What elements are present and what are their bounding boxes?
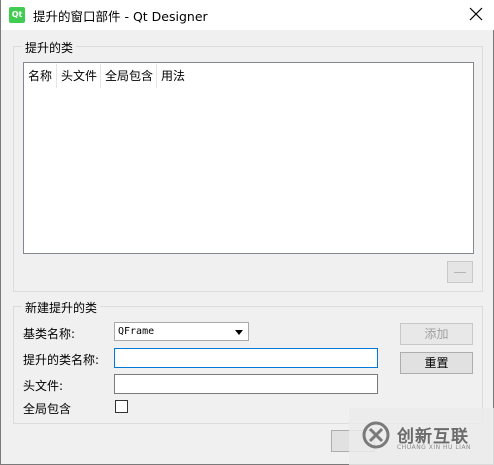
reset-button[interactable]: 重置 bbox=[400, 352, 473, 374]
title-bar: Qt 提升的窗口部件 - Qt Designer bbox=[1, 0, 494, 30]
close-icon bbox=[469, 7, 483, 21]
qt-app-icon: Qt bbox=[9, 7, 25, 23]
close-button[interactable] bbox=[461, 1, 491, 27]
header-file-input[interactable] bbox=[114, 374, 378, 394]
column-header-header-file[interactable]: 头文件 bbox=[57, 64, 101, 88]
watermark-subtitle: CHUANG XIN HU LIAN bbox=[397, 444, 472, 451]
remove-class-button[interactable] bbox=[447, 261, 473, 283]
global-include-label: 全局包含 bbox=[23, 402, 72, 416]
promoted-class-name-input[interactable] bbox=[114, 348, 378, 368]
promoted-classes-table[interactable]: 名称 头文件 全局包含 用法 bbox=[23, 62, 474, 254]
promoted-widgets-dialog: Qt 提升的窗口部件 - Qt Designer 提升的类 名称 头文件 全局包… bbox=[0, 0, 494, 465]
window-title: 提升的窗口部件 - Qt Designer bbox=[33, 9, 208, 24]
new-promoted-class-group-title: 新建提升的类 bbox=[22, 299, 101, 316]
chevron-down-icon bbox=[235, 330, 243, 335]
column-header-name[interactable]: 名称 bbox=[25, 64, 57, 88]
minus-icon bbox=[454, 272, 466, 273]
watermark: 创新互联 CHUANG XIN HU LIAN bbox=[349, 408, 494, 465]
column-header-usage[interactable]: 用法 bbox=[157, 64, 189, 88]
base-class-label: 基类名称: bbox=[23, 327, 76, 341]
promoted-classes-group-title: 提升的类 bbox=[22, 39, 77, 56]
base-class-combobox[interactable]: QFrame bbox=[114, 322, 249, 341]
add-button[interactable]: 添加 bbox=[400, 323, 473, 345]
table-header: 名称 头文件 全局包含 用法 bbox=[25, 64, 189, 88]
column-header-global-include[interactable]: 全局包含 bbox=[101, 64, 157, 88]
header-file-label: 头文件: bbox=[23, 379, 64, 393]
global-include-checkbox[interactable] bbox=[115, 400, 128, 413]
promoted-class-name-label: 提升的类名称: bbox=[23, 353, 100, 367]
base-class-value: QFrame bbox=[118, 326, 155, 337]
brand-logo-icon bbox=[362, 421, 390, 449]
